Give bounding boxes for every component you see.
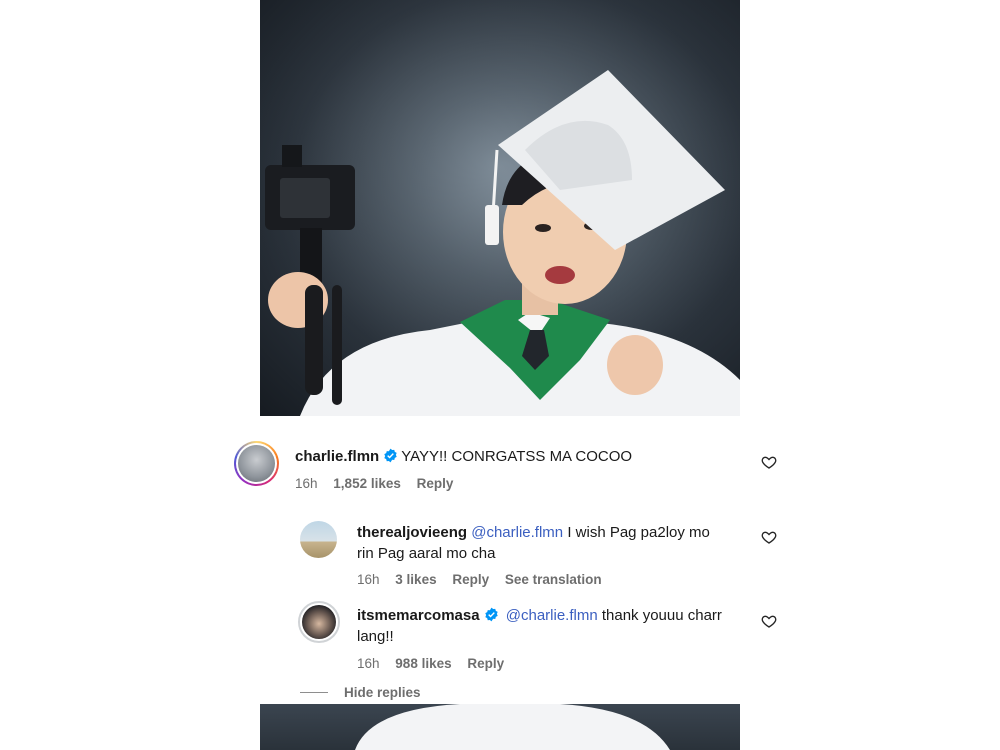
comment-text: YAYY!! CONRGATSS MA COCOO <box>401 448 633 465</box>
reply-button[interactable]: Reply <box>417 476 454 491</box>
reply-text-line2: lang!! <box>357 628 394 645</box>
mention-link[interactable]: @charlie.flmn <box>506 607 598 624</box>
mention-link[interactable]: @charlie.flmn <box>471 524 563 541</box>
comment-likes[interactable]: 1,852 likes <box>333 476 401 491</box>
see-translation-button[interactable]: See translation <box>505 572 602 587</box>
heart-icon[interactable] <box>761 613 777 629</box>
reply-text-line2: rin Pag aaral mo cha <box>357 545 496 562</box>
reply-time: 16h <box>357 656 380 671</box>
verified-badge-icon <box>484 607 498 622</box>
reply-username[interactable]: therealjovieeng <box>357 524 467 541</box>
reply-text: I wish Pag pa2loy mo <box>567 524 710 541</box>
avatar[interactable] <box>300 521 337 558</box>
verified-badge-icon <box>384 448 397 463</box>
reply-time: 16h <box>357 572 380 587</box>
graduation-photo-illustration <box>260 0 740 416</box>
divider-line <box>300 692 328 694</box>
hide-replies-control[interactable]: Hide replies <box>300 684 421 702</box>
reply-button[interactable]: Reply <box>467 656 504 671</box>
hide-replies-button[interactable]: Hide replies <box>344 685 421 700</box>
next-photo-illustration <box>355 704 670 750</box>
heart-icon[interactable] <box>761 454 777 470</box>
comment-username[interactable]: charlie.flmn <box>295 448 379 465</box>
next-post-photo[interactable] <box>260 704 740 750</box>
reply-likes[interactable]: 3 likes <box>395 572 436 587</box>
comment-time: 16h <box>295 476 318 491</box>
reply-text: thank youuu charr <box>601 607 722 624</box>
avatar[interactable] <box>298 601 340 643</box>
post-photo[interactable] <box>260 0 740 416</box>
reply-button[interactable]: Reply <box>452 572 489 587</box>
reply-username[interactable]: itsmemarcomasa <box>357 607 480 624</box>
avatar[interactable] <box>234 441 279 486</box>
reply-likes[interactable]: 988 likes <box>395 656 451 671</box>
heart-icon[interactable] <box>761 529 777 545</box>
